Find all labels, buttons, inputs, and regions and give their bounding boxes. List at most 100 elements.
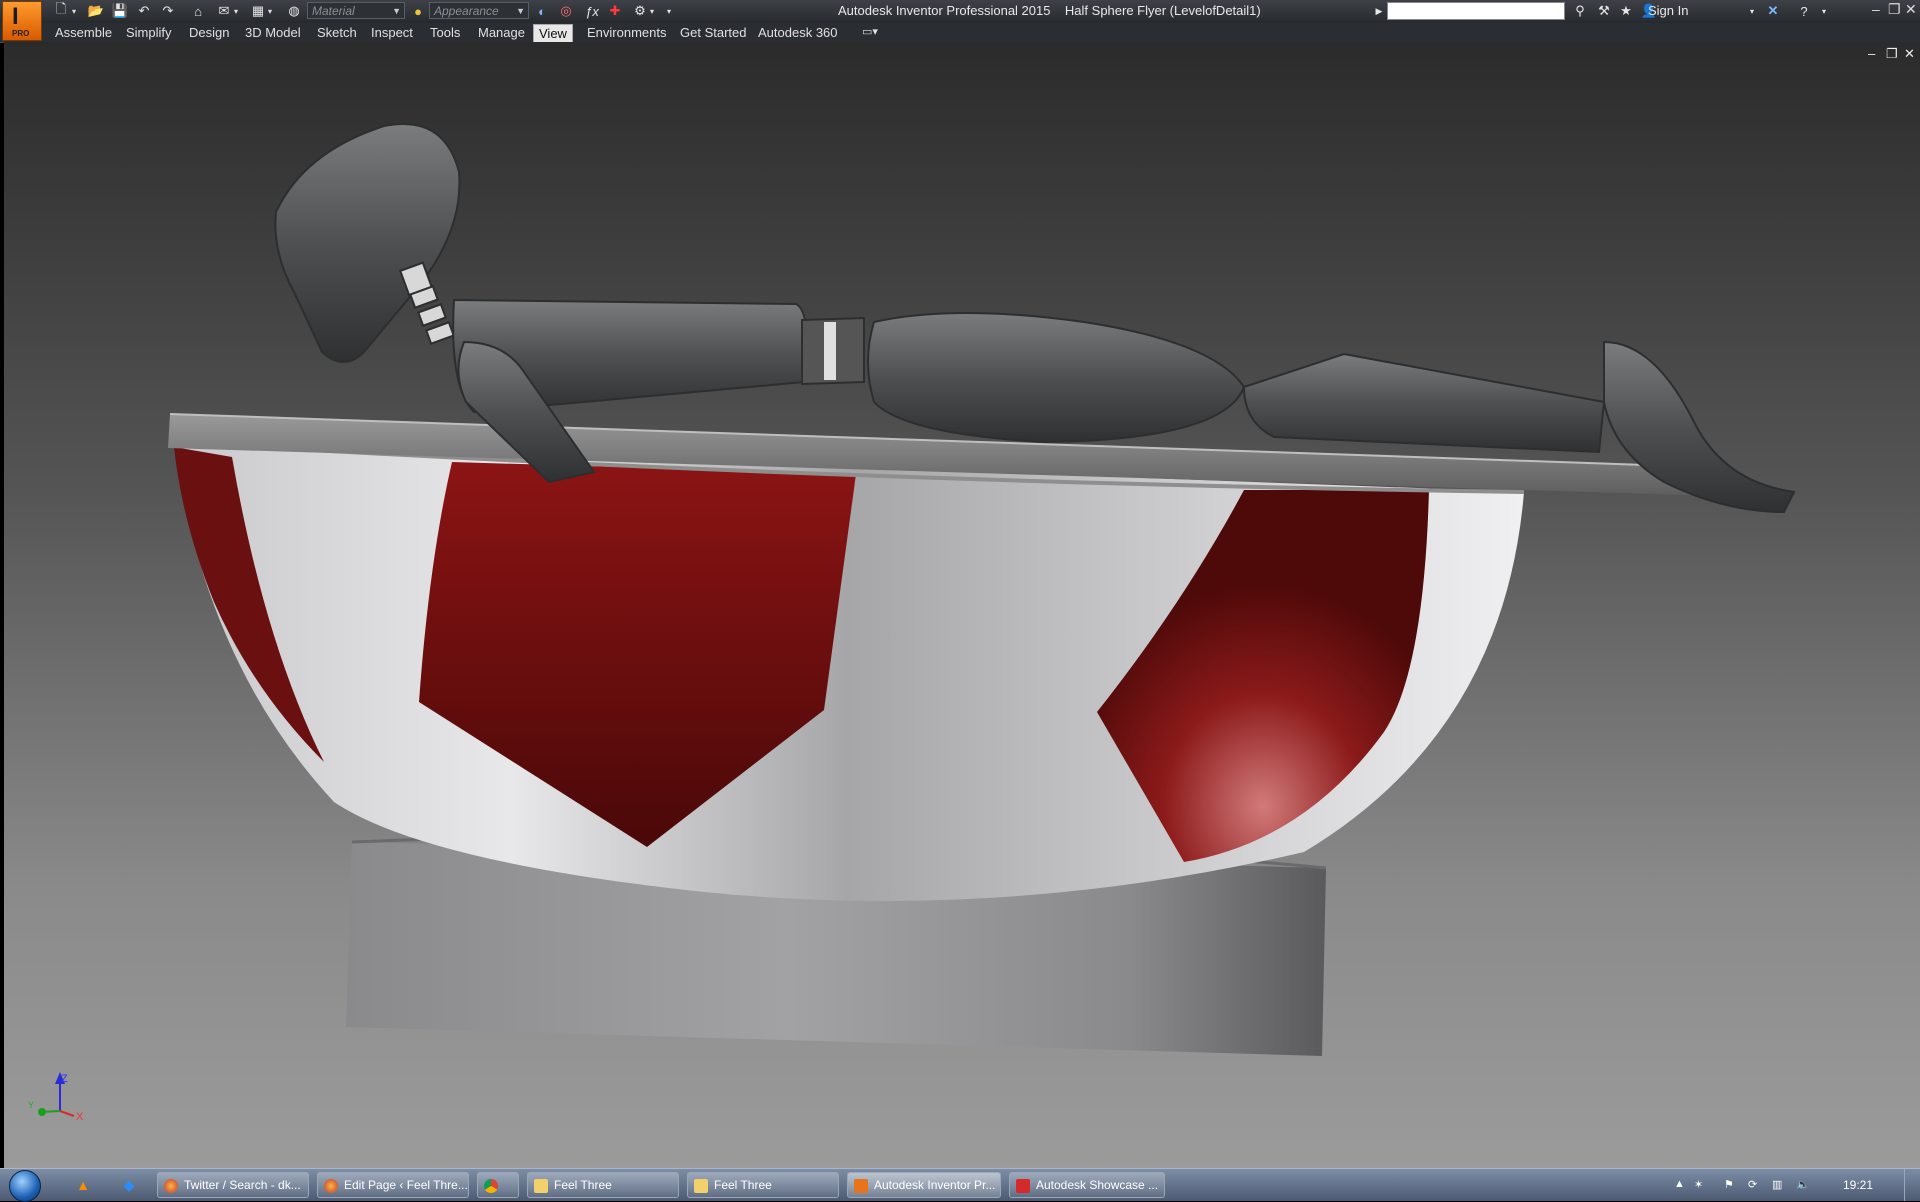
search-binoculars-icon[interactable]: ⚲: [1572, 3, 1588, 19]
adjust-icon[interactable]: ◐: [534, 3, 550, 19]
project-dropdown-icon[interactable]: ▾: [232, 3, 240, 19]
subscription-center-icon[interactable]: ⚒: [1596, 3, 1612, 19]
graphics-viewport[interactable]: – ❐ ✕ Z X Y: [4, 42, 1920, 1168]
appearance-dropdown-text: Appearance: [434, 4, 499, 18]
new-dropdown-icon[interactable]: ▾: [70, 3, 78, 19]
sign-in-dropdown-icon[interactable]: ▾: [1748, 3, 1756, 19]
home-icon[interactable]: ⌂: [190, 3, 206, 19]
tab-assemble[interactable]: Assemble: [55, 25, 112, 40]
taskbar-item-folder-2[interactable]: Feel Three: [687, 1172, 839, 1198]
restore-window-button[interactable]: ❐: [1888, 1, 1901, 18]
z-axis-label: Z: [61, 1073, 68, 1085]
window-title: Autodesk Inventor Professional 2015 Half…: [838, 3, 1261, 18]
system-clock[interactable]: 19:21: [1843, 1178, 1873, 1192]
title-bar: I PRO 🗋 ▾ 📂 💾 ↶ ↷ ⌂ ✉ ▾ ▦ ▾ ◍ Material ▼…: [0, 0, 1920, 41]
chevron-down-icon: ▼: [392, 6, 401, 16]
tab-3d-model[interactable]: 3D Model: [245, 25, 301, 40]
inventor-logo-icon: I: [12, 3, 19, 30]
sign-in-link[interactable]: Sign In: [1648, 3, 1688, 18]
show-hidden-icons-icon[interactable]: ▲: [1674, 1178, 1685, 1190]
chevron-down-icon: ▼: [516, 6, 525, 16]
taskbar-item-label: Autodesk Showcase ...: [1036, 1178, 1159, 1192]
search-expand-icon[interactable]: ▶: [1374, 3, 1384, 19]
tab-sketch[interactable]: Sketch: [317, 25, 357, 40]
firefox-icon: [164, 1178, 178, 1193]
tab-view[interactable]: View: [533, 24, 573, 43]
ribbon-display-toggle-icon[interactable]: ▭▾: [862, 25, 878, 38]
redo-icon[interactable]: ↷: [160, 3, 176, 19]
vlc-icon[interactable]: ▲: [74, 1176, 92, 1194]
customize-toolbar-icon[interactable]: ▾: [664, 3, 674, 19]
taskbar-item-twitter[interactable]: Twitter / Search - dk...: [157, 1172, 309, 1198]
firefox-icon: [324, 1178, 338, 1193]
new-file-icon[interactable]: 🗋: [53, 1, 69, 19]
taskbar-item-label: Edit Page ‹ Feel Thre...: [344, 1178, 468, 1192]
measure-icon[interactable]: ✚: [607, 3, 623, 19]
showcase-icon: [1016, 1178, 1030, 1193]
inventor-icon: [854, 1178, 868, 1193]
undo-icon[interactable]: ↶: [136, 3, 152, 19]
tab-simplify[interactable]: Simplify: [126, 25, 172, 40]
hemisphere-shell: [173, 440, 1525, 901]
folder-icon: [694, 1178, 708, 1193]
tab-autodesk-360[interactable]: Autodesk 360: [758, 25, 838, 40]
chrome-icon: [484, 1178, 498, 1193]
open-file-icon[interactable]: 📂: [88, 3, 104, 19]
taskbar-item-inventor[interactable]: Autodesk Inventor Pr...: [847, 1172, 1001, 1198]
x-axis-label: X: [76, 1111, 84, 1123]
application-menu-button[interactable]: I PRO: [2, 1, 42, 41]
exchange-apps-icon[interactable]: ✕: [1764, 3, 1782, 19]
parameters-icon[interactable]: ƒx: [584, 3, 600, 19]
taskbar-item-label: Feel Three: [714, 1178, 772, 1192]
mannequin-thigh: [867, 312, 1246, 444]
minimize-window-button[interactable]: –: [1872, 1, 1880, 17]
material-globe-icon: ◍: [288, 3, 300, 18]
favorites-star-icon[interactable]: ★: [1618, 3, 1634, 19]
clear-appearance-icon[interactable]: ◎: [558, 3, 574, 19]
appearance-dropdown[interactable]: Appearance ▼: [429, 2, 529, 19]
select-dropdown-icon[interactable]: ▾: [266, 3, 274, 19]
help-dropdown-icon[interactable]: ▾: [1820, 3, 1828, 19]
windows-taskbar: ▲ ◆ Twitter / Search - dk... Edit Page ‹…: [0, 1168, 1920, 1202]
taskbar-item-label: Feel Three: [554, 1178, 612, 1192]
app-name: Autodesk Inventor Professional 2015: [838, 3, 1051, 18]
pro-badge: PRO: [12, 29, 30, 38]
start-button[interactable]: [9, 1170, 41, 1202]
network-icon[interactable]: ▥: [1772, 1178, 1782, 1191]
help-search-input[interactable]: [1387, 2, 1565, 20]
taskbar-item-showcase[interactable]: Autodesk Showcase ...: [1009, 1172, 1165, 1198]
mannequin-head: [274, 122, 461, 363]
tab-inspect[interactable]: Inspect: [371, 25, 413, 40]
material-dropdown[interactable]: Material ▼: [307, 2, 405, 19]
action-center-flag-icon[interactable]: ⚑: [1724, 1178, 1734, 1191]
tab-manage[interactable]: Manage: [478, 25, 525, 40]
document-name: Half Sphere Flyer (LevelofDetail1): [1064, 3, 1261, 18]
save-icon[interactable]: 💾: [112, 3, 128, 19]
tray-app-icon[interactable]: ✶: [1694, 1178, 1703, 1191]
taskbar-item-label: Twitter / Search - dk...: [184, 1178, 301, 1192]
tab-get-started[interactable]: Get Started: [680, 25, 746, 40]
appearance-sphere-icon: ●: [414, 3, 422, 19]
taskbar-item-chrome[interactable]: [477, 1172, 519, 1198]
ilogic-dropdown-icon[interactable]: ▾: [648, 3, 656, 19]
material-dropdown-text: Material: [312, 4, 355, 18]
project-icon[interactable]: ✉: [216, 3, 232, 19]
y-axis-label: Y: [28, 1100, 34, 1110]
view-triad: Z X Y: [28, 1072, 84, 1123]
close-window-button[interactable]: ✕: [1905, 1, 1917, 18]
taskbar-item-folder-1[interactable]: Feel Three: [527, 1172, 679, 1198]
tray-sync-icon[interactable]: ⟳: [1748, 1178, 1757, 1191]
help-icon[interactable]: ?: [1796, 3, 1812, 19]
show-desktop-button[interactable]: [1904, 1169, 1920, 1201]
ilogic-icon[interactable]: ⚙: [632, 3, 648, 19]
taskbar-item-edit-page[interactable]: Edit Page ‹ Feel Thre...: [317, 1172, 469, 1198]
select-icon[interactable]: ▦: [250, 3, 266, 19]
tab-environments[interactable]: Environments: [587, 25, 666, 40]
volume-icon[interactable]: 🔈: [1796, 1178, 1810, 1191]
mannequin-shin: [1242, 352, 1606, 454]
dropbox-icon[interactable]: ◆: [120, 1176, 138, 1194]
tab-tools[interactable]: Tools: [430, 25, 460, 40]
folder-icon: [534, 1178, 548, 1193]
ribbon-tab-bar: Assemble Simplify Design 3D Model Sketch…: [0, 23, 1920, 43]
tab-design[interactable]: Design: [189, 25, 229, 40]
